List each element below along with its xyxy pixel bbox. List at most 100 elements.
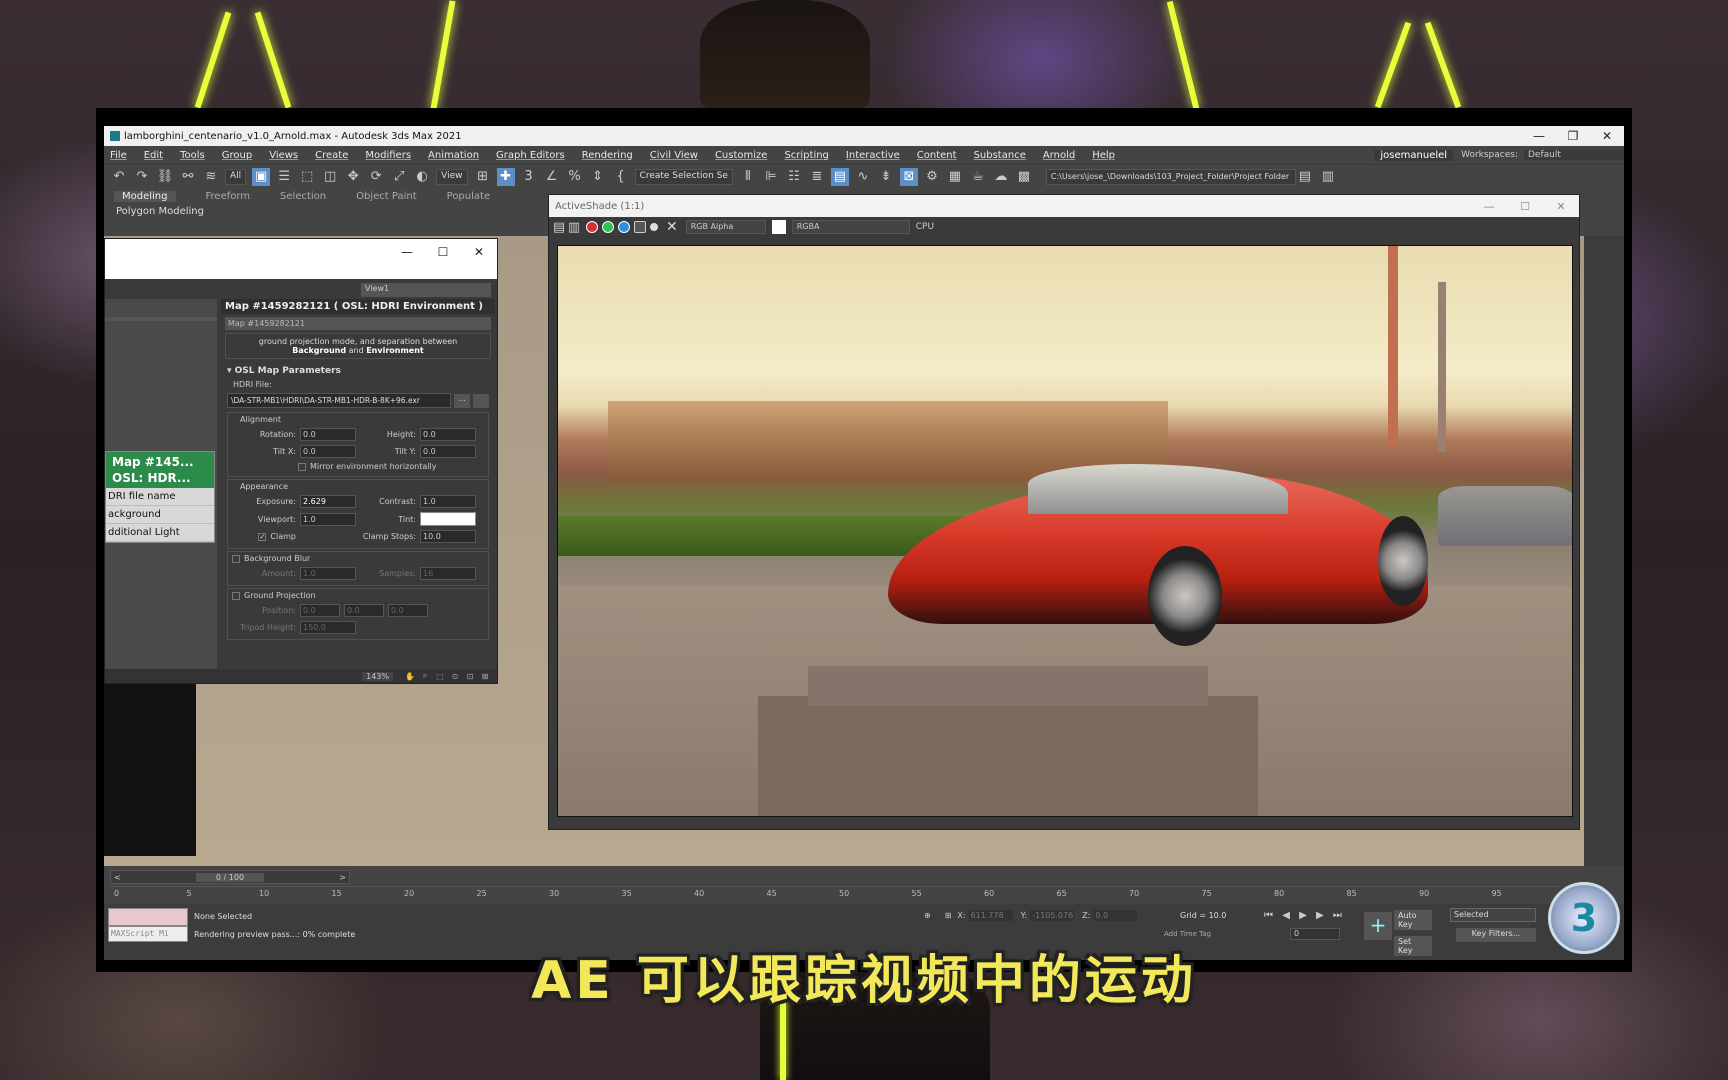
node-slot[interactable]: ackground — [106, 506, 214, 524]
undo-icon[interactable]: ↶ — [110, 168, 128, 186]
minimize-button[interactable]: — — [1522, 129, 1556, 143]
tab-modeling[interactable]: Modeling — [114, 190, 176, 202]
menu-arnold[interactable]: Arnold — [1043, 150, 1075, 161]
menu-animation[interactable]: Animation — [428, 150, 479, 161]
contrast-spinner[interactable]: 1.0 — [420, 495, 476, 508]
menu-file[interactable]: File — [110, 150, 127, 161]
time-slider[interactable]: < 0 / 100 > — [110, 870, 350, 884]
color-swatch[interactable] — [771, 220, 786, 234]
node-slot[interactable]: dditional Light — [106, 524, 214, 542]
x-coord-field[interactable]: 611.778 — [968, 910, 1013, 921]
node-slot[interactable]: DRI file name — [106, 488, 214, 506]
menu-substance[interactable]: Substance — [974, 150, 1026, 161]
tilt-y-spinner[interactable]: 0.0 — [420, 445, 476, 458]
redo-icon[interactable]: ↷ — [133, 168, 151, 186]
position-z-spinner[interactable]: 0.0 — [388, 604, 428, 617]
menu-content[interactable]: Content — [917, 150, 957, 161]
layer-explorer-icon[interactable]: ≣ — [808, 168, 826, 186]
mirror-icon[interactable]: ⫴ — [739, 168, 757, 186]
exposure-spinner[interactable]: 2.629 — [300, 495, 356, 508]
tilt-x-spinner[interactable]: 0.0 — [300, 445, 356, 458]
ribbon-polygon-modeling[interactable]: Polygon Modeling — [116, 206, 204, 217]
manipulate-icon[interactable]: ✚ — [496, 167, 515, 186]
map-slot-button[interactable] — [473, 393, 489, 408]
close-button[interactable]: ✕ — [461, 245, 497, 259]
scene-explorer-icon[interactable]: ☷ — [785, 168, 803, 186]
map-name-field[interactable]: Map #1459282121 — [225, 317, 491, 330]
mirror-checkbox[interactable]: Mirror environment horizontally — [228, 460, 488, 473]
restore-button[interactable]: ❐ — [1556, 129, 1590, 143]
zoom-selected-icon[interactable]: ⊡ — [464, 672, 476, 681]
select-by-name-icon[interactable]: ☰ — [275, 168, 293, 186]
blur-samples-spinner[interactable]: 16 — [420, 567, 476, 580]
curve-editor-icon[interactable]: ∿ — [854, 168, 872, 186]
menu-modifiers[interactable]: Modifiers — [365, 150, 411, 161]
menu-create[interactable]: Create — [315, 150, 348, 161]
play-icon[interactable]: ▶ — [1299, 910, 1307, 921]
add-key-icon[interactable]: + — [1364, 912, 1392, 940]
tab-populate[interactable]: Populate — [447, 191, 490, 202]
tint-color-swatch[interactable] — [420, 512, 476, 526]
rotation-spinner[interactable]: 0.0 — [300, 428, 356, 441]
browse-button[interactable]: ... — [454, 393, 470, 408]
tab-freeform[interactable]: Freeform — [206, 191, 251, 202]
auto-key-button[interactable]: Auto Key — [1394, 910, 1432, 930]
named-selection-dropdown[interactable]: Create Selection Se — [634, 168, 733, 185]
project-folder-icon[interactable]: ▤ — [1296, 168, 1314, 186]
clamp-checkbox[interactable]: ✓ Clamp — [228, 532, 300, 541]
copy-image-icon[interactable]: ▥ — [568, 218, 580, 236]
red-channel-icon[interactable] — [586, 221, 598, 233]
isolate-icon[interactable]: ⊕ — [924, 911, 931, 920]
clamp-stops-spinner[interactable]: 10.0 — [420, 530, 476, 543]
bind-space-warp-icon[interactable]: ≋ — [202, 168, 220, 186]
zoom-dropdown[interactable]: 143% — [362, 671, 393, 681]
view-dropdown[interactable]: View1 — [361, 283, 491, 297]
position-x-spinner[interactable]: 0.0 — [300, 604, 340, 617]
ribbon-toggle-icon[interactable]: ▤ — [830, 167, 849, 186]
select-object-icon[interactable]: ▣ — [252, 167, 271, 186]
menu-customize[interactable]: Customize — [715, 150, 768, 161]
material-editor-icon[interactable]: ⊠ — [899, 167, 918, 186]
osl-params-rollout[interactable]: ▾ OSL Map Parameters — [221, 362, 495, 378]
absolute-mode-icon[interactable]: ⊞ — [945, 911, 952, 920]
spinner-snap-icon[interactable]: ⇕ — [589, 168, 607, 186]
y-coord-field[interactable]: -1105.076 — [1030, 910, 1075, 921]
next-frame-icon[interactable]: > — [339, 873, 346, 882]
maximize-button[interactable]: ☐ — [1507, 200, 1543, 213]
zoom-extents-icon[interactable]: ⊙ — [449, 672, 461, 681]
goto-end-icon[interactable]: ⏭ — [1333, 910, 1342, 921]
percent-snap-icon[interactable]: % — [566, 168, 584, 186]
pivot-icon[interactable]: ⊞ — [474, 168, 492, 186]
menu-views[interactable]: Views — [269, 150, 298, 161]
alpha-channel-icon[interactable] — [634, 221, 646, 233]
project-folder-path[interactable]: C:\Users\jose_\Downloads\103_Project_Fol… — [1045, 168, 1296, 185]
menu-graph-editors[interactable]: Graph Editors — [496, 150, 565, 161]
menu-interactive[interactable]: Interactive — [846, 150, 900, 161]
blur-amount-spinner[interactable]: 1.0 — [300, 567, 356, 580]
tab-selection[interactable]: Selection — [280, 191, 326, 202]
format-dropdown[interactable]: RGBA — [791, 220, 910, 234]
edit-named-selection-icon[interactable]: { — [612, 168, 630, 186]
blue-channel-icon[interactable] — [618, 221, 630, 233]
rect-selection-icon[interactable]: ⬚ — [298, 168, 316, 186]
link-icon[interactable]: ⛓ — [156, 168, 174, 186]
pan-icon[interactable]: ✋ — [404, 672, 416, 681]
track-bar[interactable]: 0 5 10 15 20 25 30 35 40 45 50 55 60 65 70 75 80 85 90 95 — [110, 886, 1560, 902]
user-account-dropdown[interactable]: josemanuelel — [1374, 149, 1454, 161]
mono-channel-icon[interactable] — [650, 223, 658, 231]
ground-projection-checkbox[interactable]: Ground Projection — [228, 589, 488, 602]
minimize-button[interactable]: — — [389, 245, 425, 259]
place-icon[interactable]: ◐ — [413, 168, 431, 186]
scale-icon[interactable]: ⤢ — [390, 168, 408, 186]
rendered-frame-icon[interactable]: ▦ — [946, 168, 964, 186]
render-setup-icon[interactable]: ⚙ — [923, 168, 941, 186]
unlink-icon[interactable]: ⚯ — [179, 168, 197, 186]
prev-frame-icon[interactable]: < — [114, 873, 121, 882]
render-production-icon[interactable]: ☕ — [969, 168, 987, 186]
add-time-tag[interactable]: Add Time Tag — [1164, 930, 1211, 938]
minimize-button[interactable]: — — [1471, 200, 1507, 213]
snap-toggle-icon[interactable]: 3 — [520, 168, 538, 186]
clear-icon[interactable]: ✕ — [666, 219, 678, 235]
zoom-icon[interactable]: ⌕ — [419, 671, 431, 681]
workspaces-dropdown[interactable]: Default — [1524, 150, 1624, 160]
